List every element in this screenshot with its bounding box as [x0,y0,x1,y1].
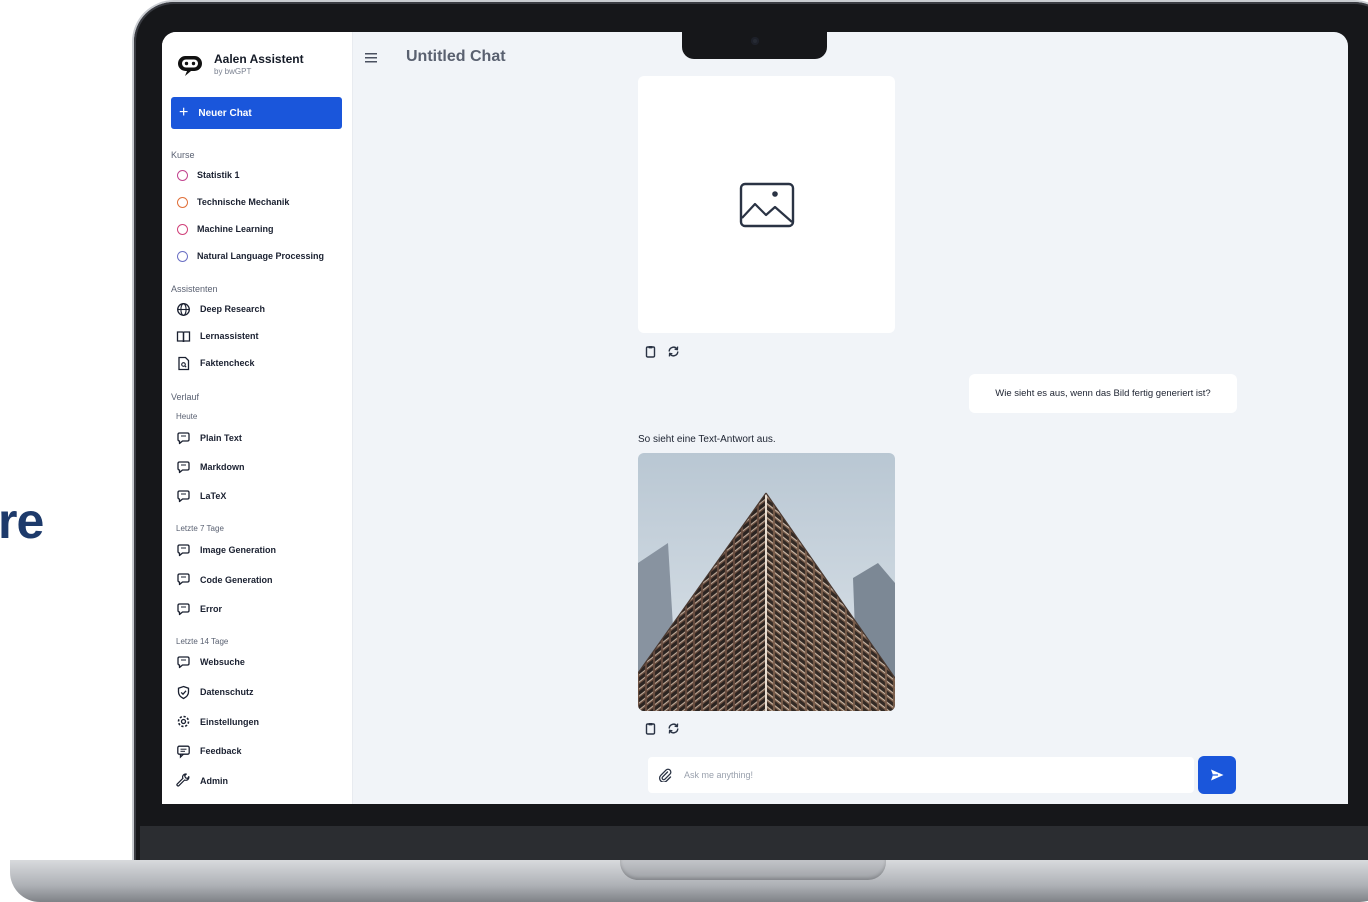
course-item-label: Machine Learning [197,224,274,234]
footer-item-label: Feedback [200,746,242,756]
message-icon [176,744,191,759]
new-chat-label: Neuer Chat [198,107,252,119]
sidebar: Aalen Assistent by bwGPT + Neuer Chat Ku… [162,32,353,804]
laptop-base-notch [620,860,886,880]
history-last7-label: Letzte 7 Tage [176,524,224,533]
chat-input[interactable] [684,770,1164,780]
course-item-label: Technische Mechanik [197,197,290,207]
new-chat-button[interactable]: + Neuer Chat [171,97,342,129]
brand[interactable]: Aalen Assistent by bwGPT [176,50,304,78]
image-icon [739,182,794,227]
wrench-icon [176,773,191,788]
brand-subtitle: by bwGPT [214,66,252,76]
book-icon [176,329,191,344]
history-item-image-generation[interactable]: Image Generation [176,540,276,560]
footer-item-datenschutz[interactable]: Datenschutz [176,682,254,702]
footer-item-label: Admin [200,775,228,786]
assistant-item-deep-research[interactable]: Deep Research [176,299,265,319]
refresh-icon[interactable] [667,345,680,358]
history-item-websuche[interactable]: Websuche [176,652,245,672]
history-item-label: Code Generation [200,574,273,585]
gear-icon [176,714,191,729]
assistant-message-text: So sieht eine Text-Antwort aus. [638,434,776,445]
camera-notch [682,32,827,59]
chat-icon [176,655,191,670]
chat-icon [176,460,191,475]
section-assistants: Assistenten [171,284,218,294]
footer-item-admin[interactable]: Admin [176,771,228,791]
generated-image [638,453,895,711]
history-item-latex[interactable]: LaTeX [176,486,226,506]
course-color-ring-icon [177,196,188,208]
chat-icon [176,572,191,587]
footer-item-feedback[interactable]: Feedback [176,741,242,761]
document-search-icon [176,356,191,371]
chat-icon [176,489,191,504]
clipboard-icon[interactable] [644,722,657,735]
chat-icon [176,431,191,446]
refresh-icon[interactable] [667,722,680,735]
send-icon [1211,769,1224,781]
section-courses: Kurse [171,150,195,160]
globe-icon [176,302,191,317]
message-actions [644,345,680,358]
paperclip-icon[interactable] [658,768,672,782]
course-item-label: Natural Language Processing [197,251,325,261]
history-item-label: Error [200,604,223,614]
message-actions-2 [644,722,680,735]
camera-icon [751,37,759,45]
history-item-label: Websuche [200,657,245,667]
assistant-item-label: Lernassistent [200,331,259,341]
clipboard-icon[interactable] [644,345,657,358]
course-item-technische-mechanik[interactable]: Technische Mechanik [176,192,289,212]
marketing-stage: re Aalen Assistent by bwGPT + Neuer Chat… [0,0,1368,902]
assistant-item-faktencheck[interactable]: Faktencheck [176,353,255,373]
footer-item-label: Datenschutz [200,687,254,697]
course-color-ring-icon [177,223,188,235]
laptop-bezel [140,826,1368,862]
heading-fragment: re [0,493,44,549]
course-color-ring-icon [177,250,188,262]
history-today-label: Heute [176,412,198,421]
section-history: Verlauf [171,392,200,402]
course-item-statistik-1[interactable]: Statistik 1 [176,165,240,185]
user-message-bubble: Wie sieht es aus, wenn das Bild fertig g… [969,374,1237,413]
plus-icon: + [179,104,189,121]
menu-icon[interactable] [364,51,380,65]
assistant-item-label: Faktencheck [200,358,255,368]
robot-logo-icon [178,56,202,76]
send-button[interactable] [1198,756,1236,794]
course-item-label: Statistik 1 [197,170,240,180]
history-item-code-generation[interactable]: Code Generation [176,570,273,590]
chat-icon [176,543,191,558]
image-placeholder [638,76,895,333]
course-item-natural-language-processing[interactable]: Natural Language Processing [176,246,324,266]
history-item-label: LaTeX [200,491,227,501]
footer-item-einstellungen[interactable]: Einstellungen [176,712,259,732]
brand-title: Aalen Assistent [214,51,304,66]
chat-title: Untitled Chat [406,48,506,65]
history-item-label: Markdown [200,462,245,472]
course-item-machine-learning[interactable]: Machine Learning [176,219,274,239]
footer-item-label: Einstellungen [200,716,260,727]
course-color-ring-icon [177,169,188,181]
history-item-error[interactable]: Error [176,599,222,619]
chat-input-bar [648,757,1194,793]
chat-icon [176,602,191,617]
history-last14-label: Letzte 14 Tage [176,637,229,646]
history-item-label: Plain Text [200,433,242,443]
building-photo [638,453,895,711]
history-item-markdown[interactable]: Markdown [176,457,245,477]
assistant-item-lernassistent[interactable]: Lernassistent [176,326,259,346]
shield-check-icon [176,685,191,700]
history-item-label: Image Generation [200,545,277,555]
history-item-plain-text[interactable]: Plain Text [176,428,242,448]
assistant-item-label: Deep Research [200,304,266,314]
app-screen: Aalen Assistent by bwGPT + Neuer Chat Ku… [162,32,1348,804]
